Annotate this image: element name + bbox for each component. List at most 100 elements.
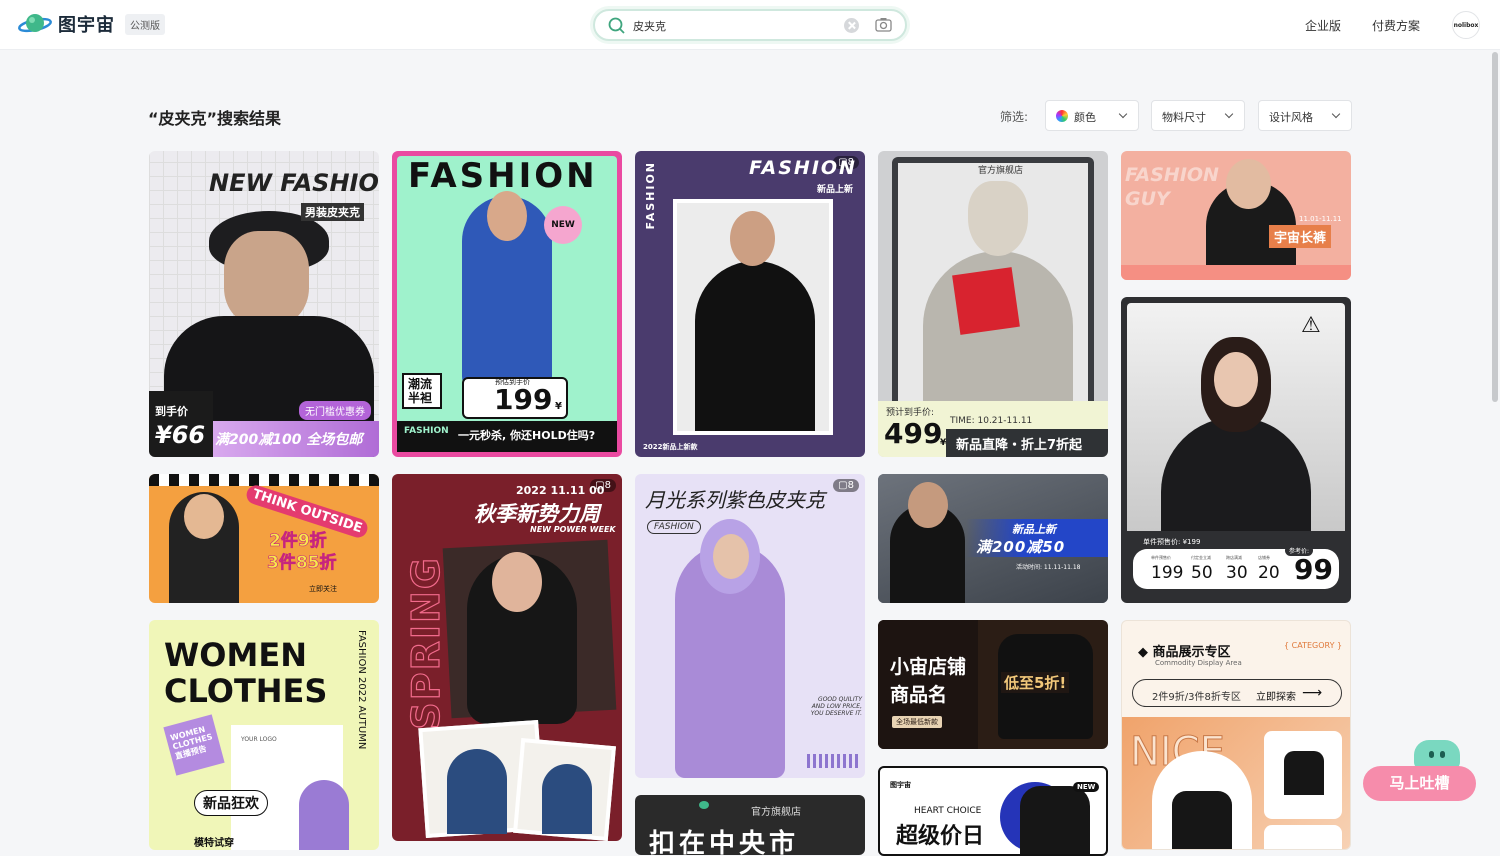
top-bar: 图宇宙 公测版 皮夹克 企业版 付费方案 nolibox bbox=[0, 0, 1500, 50]
brand-logo[interactable]: 图宇宙 公测版 bbox=[18, 11, 165, 37]
promo-line-2: 满200减50 bbox=[976, 538, 1066, 556]
price: 199 bbox=[494, 383, 553, 416]
template-card[interactable]: ◆ 商品展示专区 Commodity Display Area { CATEGO… bbox=[1121, 620, 1351, 850]
leather-jacket bbox=[1020, 786, 1090, 854]
template-card[interactable]: NEW FASHIO 男装皮夹克 到手价 ¥66 无门槛优惠券 满200减100… bbox=[149, 151, 379, 457]
template-card[interactable]: FASHION NEW 潮流半袒 预估到手价 199 ¥ FASHION 一元秒… bbox=[392, 151, 622, 457]
template-card[interactable]: 官方旗舰店 预计到手价: 499 ¥ TIME: 10.21-11.11 新品直… bbox=[878, 151, 1108, 457]
template-card[interactable]: FASHION GUY 11.01-11.11 宇宙长裤 bbox=[1121, 151, 1351, 280]
card-subtitle: NEW POWER WEEK bbox=[530, 525, 616, 534]
nav-enterprise[interactable]: 企业版 bbox=[1305, 17, 1341, 34]
card-pill: 2件9折/3件8折专区 bbox=[1152, 692, 1241, 703]
filter-label: 筛选: bbox=[1000, 110, 1029, 124]
card-headline-1: 小宙店铺 bbox=[890, 656, 967, 678]
template-card[interactable]: 官方旗舰店 扣在中央市 bbox=[635, 795, 865, 855]
template-card[interactable]: ▢8 月光系列紫色皮夹克 FASHION GOOD QUILITY AND LO… bbox=[635, 474, 865, 778]
card-headline: FASHION bbox=[408, 156, 598, 196]
shop-name: 官方旗舰店 bbox=[978, 166, 1024, 176]
chevron-down-icon bbox=[1224, 109, 1234, 119]
explore-link: 立即探索 bbox=[1256, 692, 1296, 703]
template-card[interactable]: ▢8 2022 11.11 00 秋季新势力周 NEW POWER WEEK S… bbox=[392, 474, 622, 841]
model-face bbox=[224, 231, 309, 326]
template-card[interactable]: ▢8 FASHION 新品上新 FASHION 2022新品上新款 bbox=[635, 151, 865, 457]
card-headline: NEW FASHIO bbox=[209, 169, 379, 197]
shop-name: 官方旗舰店 bbox=[751, 807, 801, 818]
template-card[interactable]: 小宙店铺 商品名 全场最低新款 低至5折! bbox=[878, 620, 1108, 749]
promo-text: 新品直降・折上7折起 bbox=[956, 438, 1083, 453]
card-brand: 图宇宙 bbox=[890, 781, 911, 789]
card-headline-2: CLOTHES bbox=[164, 672, 328, 710]
page-count-badge: ▢8 bbox=[833, 479, 859, 492]
card-headline-2: 商品名 bbox=[890, 684, 948, 706]
model-hair bbox=[968, 181, 1028, 256]
footer-brand: FASHION bbox=[404, 426, 449, 436]
final-price: 99 bbox=[1294, 553, 1333, 586]
filter-color-dropdown[interactable]: 颜色 bbox=[1045, 100, 1139, 131]
footer-text: 一元秒杀, 你还HOLD住吗? bbox=[458, 429, 596, 442]
promo-line-2: 3件85折 bbox=[267, 553, 337, 574]
presale-label: 单件预售价: ¥199 bbox=[1143, 538, 1201, 546]
model-figure bbox=[542, 764, 592, 834]
model-face bbox=[492, 552, 542, 612]
card-subtitle: HEART CHOICE bbox=[914, 806, 982, 816]
new-badge: NEW bbox=[1073, 782, 1100, 792]
price-breakdown-label: 店铺券 bbox=[1258, 555, 1270, 560]
template-card[interactable]: 新品上新 满200减50 活动时间: 11.11-11.18 bbox=[878, 474, 1108, 603]
clear-search-icon[interactable] bbox=[844, 18, 859, 33]
card-headline-1: WOMEN bbox=[164, 636, 307, 674]
price-breakdown-value: 50 bbox=[1191, 563, 1213, 583]
search-box[interactable]: 皮夹克 bbox=[593, 9, 907, 41]
warning-icon: ⚠ bbox=[1301, 313, 1321, 338]
coupon-tag: 无门槛优惠券 bbox=[299, 401, 371, 420]
leather-jacket bbox=[695, 261, 815, 431]
filter-color-label: 颜色 bbox=[1074, 111, 1096, 124]
model-figure bbox=[447, 749, 507, 834]
camera-search-icon[interactable] bbox=[875, 17, 892, 36]
model-face bbox=[730, 211, 775, 266]
model-face bbox=[1214, 352, 1258, 407]
model-face bbox=[908, 482, 948, 528]
currency: ¥ bbox=[555, 401, 562, 412]
leather-jacket bbox=[1284, 751, 1324, 795]
price-breakdown-label: 跨店满减 bbox=[1226, 555, 1242, 560]
filter-size-dropdown[interactable]: 物料尺寸 bbox=[1151, 100, 1245, 131]
card-headline: 秋季新势力周 bbox=[474, 502, 600, 526]
search-input[interactable]: 皮夹克 bbox=[633, 18, 666, 34]
price: 499 bbox=[884, 417, 943, 450]
model-face bbox=[487, 191, 527, 241]
template-card[interactable]: ⚠ 单件预售价: ¥199 单件预售价 付定金立减 跨店满减 店铺券 参考价: … bbox=[1121, 297, 1351, 603]
chevron-down-icon bbox=[1331, 109, 1341, 119]
card-side-text: FASHION 2022 AUTUMN bbox=[356, 630, 367, 750]
price-breakdown-label: 单件预售价 bbox=[1151, 555, 1171, 560]
promo-time: TIME: 10.21-11.11 bbox=[950, 416, 1033, 426]
price: ¥66 bbox=[155, 421, 206, 449]
page-scrollbar[interactable] bbox=[1492, 52, 1498, 402]
card-subtitle: 新品上新 bbox=[817, 185, 854, 195]
planet-logo-icon bbox=[18, 11, 52, 37]
filter-style-dropdown[interactable]: 设计风格 bbox=[1258, 100, 1352, 131]
side-label: SPRING bbox=[403, 555, 448, 730]
avatar[interactable]: nolibox bbox=[1452, 11, 1480, 39]
model-figure bbox=[299, 780, 349, 850]
leather-jacket bbox=[1172, 791, 1232, 849]
red-bag bbox=[952, 267, 1020, 335]
color-wheel-icon bbox=[1056, 110, 1068, 122]
template-card[interactable]: THINK OUTSIDE 2件9折 3件85折 立即关注 bbox=[149, 474, 379, 603]
card-headline: 超级价日 bbox=[896, 824, 985, 849]
side-label: FASHION bbox=[644, 161, 657, 230]
template-card[interactable]: WOMEN CLOTHES FASHION 2022 AUTUMN WOMEN … bbox=[149, 620, 379, 850]
model-face bbox=[1226, 159, 1271, 209]
search-icon[interactable] bbox=[608, 17, 625, 38]
nav-pricing[interactable]: 付费方案 bbox=[1372, 17, 1420, 34]
template-card[interactable]: 图宇宙 HEART CHOICE 超级价日 NEW bbox=[878, 766, 1108, 856]
card-tag: FASHION bbox=[647, 520, 701, 534]
card-footer: 2022新品上新款 bbox=[643, 443, 698, 451]
card-date: 2022 11.11 00 bbox=[516, 484, 605, 497]
card-date: 11.01-11.11 bbox=[1299, 215, 1342, 223]
model-face bbox=[713, 534, 749, 579]
card-headline: FASHION GUY bbox=[1125, 164, 1219, 210]
feedback-button[interactable]: 马上吐槽 bbox=[1363, 766, 1476, 801]
price-breakdown-value: 199 bbox=[1151, 563, 1184, 583]
card-footer: 立即关注 bbox=[309, 585, 337, 593]
brand-name: 图宇宙 bbox=[58, 15, 115, 36]
